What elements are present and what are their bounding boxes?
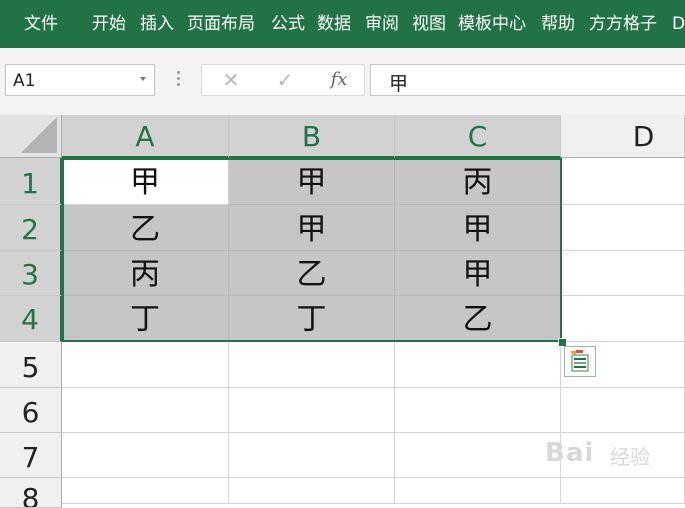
cell-d3[interactable] [561, 251, 685, 296]
tab-insert[interactable]: 插入 [140, 0, 174, 48]
tab-template-center[interactable]: 模板中心 [458, 0, 526, 48]
row-header-6[interactable]: 6 [0, 388, 62, 433]
cell-c2[interactable]: 甲 [395, 205, 561, 251]
row-header-2[interactable]: 2 [0, 205, 62, 251]
cell-b8[interactable] [229, 478, 395, 504]
tab-help[interactable]: 帮助 [541, 0, 575, 48]
tab-page-layout[interactable]: 页面布局 [187, 0, 255, 48]
chevron-down-icon[interactable] [140, 77, 146, 81]
cell-a4[interactable]: 丁 [62, 296, 229, 342]
enter-check-icon[interactable]: ✓ [270, 65, 300, 95]
cell-b6[interactable] [229, 388, 395, 433]
cell-c3[interactable]: 甲 [395, 251, 561, 296]
row-header-3[interactable]: 3 [0, 251, 62, 296]
cell-b2[interactable]: 甲 [229, 205, 395, 251]
tab-review[interactable]: 审阅 [365, 0, 399, 48]
tab-file[interactable]: 文件 [24, 0, 58, 48]
cell-c1[interactable]: 丙 [395, 158, 561, 205]
ribbon-tab-bar: 文件 开始 插入 页面布局 公式 数据 审阅 视图 模板中心 帮助 方方格子 D [0, 0, 685, 48]
insert-function-icon[interactable]: fx [324, 65, 354, 95]
cell-d6[interactable] [561, 388, 685, 433]
cell-b1[interactable]: 甲 [229, 158, 395, 205]
column-header-b[interactable]: B [229, 115, 395, 158]
row-header-4[interactable]: 4 [0, 296, 62, 342]
tab-data[interactable]: 数据 [317, 0, 351, 48]
name-box[interactable]: A1 [5, 64, 155, 96]
cell-c5[interactable] [395, 342, 561, 388]
cell-a1[interactable]: 甲 [62, 158, 229, 205]
cell-b4[interactable]: 丁 [229, 296, 395, 342]
grip-dots-icon [177, 71, 180, 89]
quick-analysis-button[interactable] [564, 346, 596, 377]
cell-a5[interactable] [62, 342, 229, 388]
cell-c6[interactable] [395, 388, 561, 433]
column-header-c[interactable]: C [395, 115, 561, 158]
baidu-watermark: Bai [545, 438, 595, 468]
cell-d8[interactable] [561, 478, 685, 504]
cell-a3[interactable]: 丙 [62, 251, 229, 296]
column-header-a[interactable]: A [62, 115, 229, 158]
tab-formulas[interactable]: 公式 [271, 0, 305, 48]
cell-a7[interactable] [62, 433, 229, 478]
cell-a2[interactable]: 乙 [62, 205, 229, 251]
row-header-7[interactable]: 7 [0, 433, 62, 478]
cell-d2[interactable] [561, 205, 685, 251]
quick-analysis-icon [570, 350, 589, 372]
select-all-triangle-icon [21, 117, 57, 153]
name-box-value: A1 [13, 71, 36, 91]
cell-b7[interactable] [229, 433, 395, 478]
cell-d1[interactable] [561, 158, 685, 205]
cell-c7[interactable] [395, 433, 561, 478]
row-header-5[interactable]: 5 [0, 342, 62, 388]
cell-d4[interactable] [561, 296, 685, 342]
cancel-icon[interactable]: ✕ [216, 65, 246, 95]
cell-c4[interactable]: 乙 [395, 296, 561, 342]
tab-view[interactable]: 视图 [412, 0, 446, 48]
baidu-watermark-sub: 经验 [610, 445, 650, 469]
cell-c8[interactable] [395, 478, 561, 504]
column-header-d[interactable]: D [561, 115, 685, 158]
tab-truncated[interactable]: D [672, 0, 685, 48]
cell-b5[interactable] [229, 342, 395, 388]
tab-home[interactable]: 开始 [92, 0, 126, 48]
formula-input-value: 甲 [389, 73, 409, 95]
cell-a8[interactable] [62, 478, 229, 504]
tab-fangfang-gezi[interactable]: 方方格子 [589, 0, 657, 48]
cell-b3[interactable]: 乙 [229, 251, 395, 296]
row-header-1[interactable]: 1 [0, 158, 62, 205]
cell-a6[interactable] [62, 388, 229, 433]
formula-buttons: ✕ ✓ fx [201, 64, 365, 96]
formula-bar: A1 ✕ ✓ fx 甲 [0, 48, 685, 115]
select-all-corner[interactable] [0, 115, 62, 158]
formula-input[interactable]: 甲 [370, 64, 685, 96]
